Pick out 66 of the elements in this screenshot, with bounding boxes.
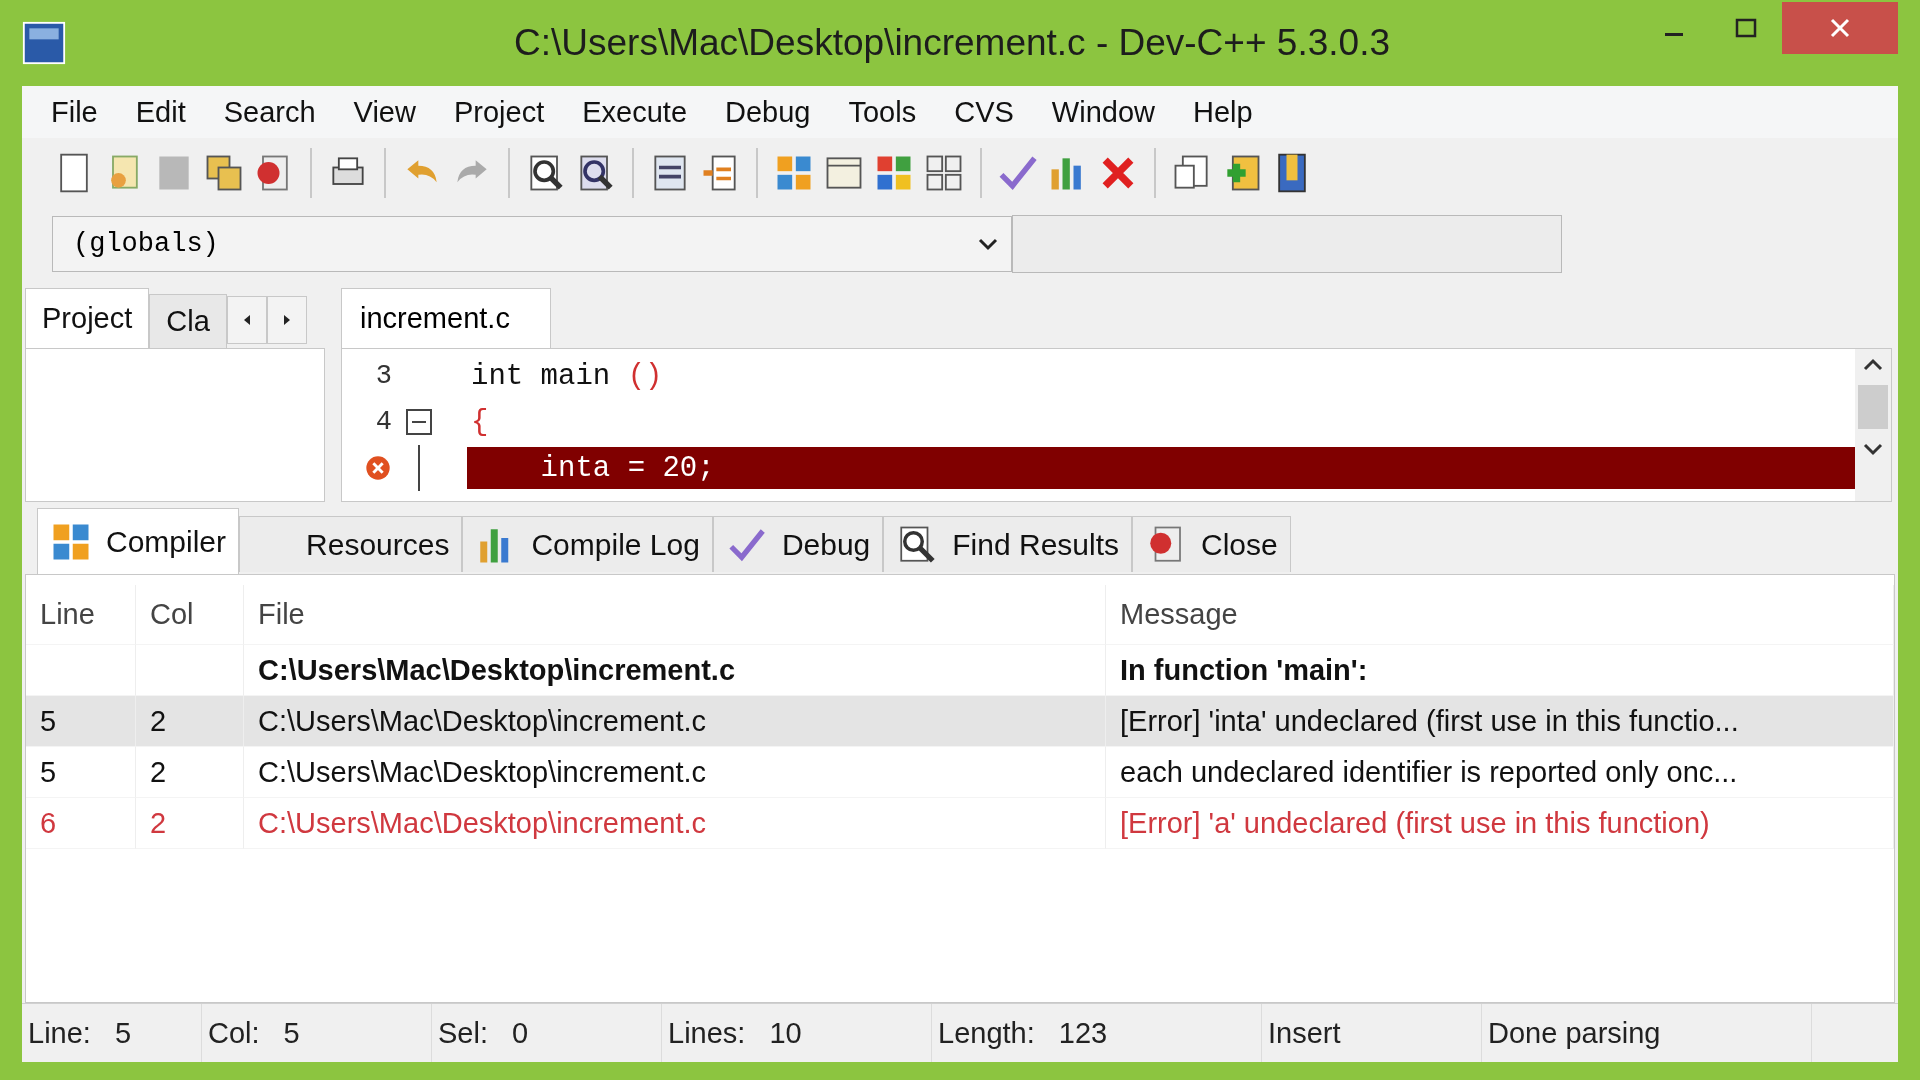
status-value: 5 bbox=[283, 1016, 300, 1050]
panel-tab[interactable]: Cla bbox=[149, 294, 227, 348]
minimize-icon bbox=[1665, 32, 1683, 36]
column-header[interactable]: Message bbox=[1106, 585, 1894, 645]
menu-item[interactable]: CVS bbox=[935, 95, 1033, 129]
column-header[interactable]: File bbox=[244, 585, 1106, 645]
status-value: 123 bbox=[1058, 1016, 1108, 1050]
column-header[interactable]: Col bbox=[136, 585, 244, 645]
menu-item[interactable]: Project bbox=[434, 95, 564, 129]
menu-item[interactable]: Search bbox=[204, 95, 335, 129]
table-row[interactable]: 5 2 C:\Users\Mac\Desktop\increment.c each undeclared identifier is reported only onc... bbox=[26, 747, 1894, 798]
close-icon bbox=[1828, 16, 1852, 40]
fold-minus-icon[interactable] bbox=[406, 409, 432, 435]
table-cell: 2 bbox=[136, 696, 244, 747]
table-cell: C:\Users\Mac\Desktop\increment.c bbox=[244, 696, 1106, 747]
menu-item[interactable]: Execute bbox=[563, 95, 706, 129]
column-header[interactable]: Line bbox=[26, 585, 136, 645]
output-tab[interactable]: Resources bbox=[239, 516, 463, 572]
output-tab[interactable]: Compile Log bbox=[462, 516, 713, 572]
app-logo-icon bbox=[22, 21, 66, 65]
table-cell: C:\Users\Mac\Desktop\increment.c bbox=[244, 747, 1106, 798]
file-tab[interactable]: increment.c bbox=[341, 288, 551, 348]
menu-item[interactable]: Help bbox=[1174, 95, 1272, 129]
status-label: Done parsing bbox=[1488, 1016, 1661, 1050]
status-label: Insert bbox=[1268, 1016, 1341, 1050]
table-cell: 6 bbox=[26, 798, 136, 849]
output-tab[interactable]: Close bbox=[1132, 516, 1291, 572]
table-row[interactable]: 5 2 C:\Users\Mac\Desktop\increment.c [Error] 'inta' undeclared (first use in this functio... bbox=[26, 696, 1894, 747]
table-cell: 2 bbox=[136, 798, 244, 849]
status-value: 5 bbox=[114, 1016, 132, 1050]
line-number: 4 bbox=[374, 407, 392, 437]
menu-item[interactable]: Window bbox=[1032, 95, 1174, 129]
table-cell: [Error] 'inta' undeclared (first use in this functio... bbox=[1106, 696, 1894, 747]
code-line: int main () bbox=[470, 358, 664, 395]
code-line: { bbox=[470, 404, 490, 441]
table-row[interactable]: 6 2 C:\Users\Mac\Desktop\increment.c [Error] 'a' undeclared (first use in this function) bbox=[26, 798, 1894, 849]
status-label: Lines: bbox=[668, 1016, 746, 1050]
table-cell: each undeclared identifier is reported only onc... bbox=[1106, 747, 1894, 798]
output-tab[interactable]: Find Results bbox=[883, 516, 1132, 572]
fold-guide-line bbox=[417, 445, 421, 491]
panel-tab[interactable]: Project bbox=[25, 288, 150, 348]
line-number: 3 bbox=[374, 361, 392, 391]
caret-right-icon bbox=[281, 314, 292, 326]
table-cell: 5 bbox=[26, 747, 136, 798]
maximize-icon bbox=[1735, 17, 1757, 39]
menu-item[interactable]: View bbox=[334, 95, 435, 129]
table-cell: C:\Users\Mac\Desktop\increment.c bbox=[244, 798, 1106, 849]
scrollbar-thumb[interactable] bbox=[1858, 385, 1888, 429]
output-tab[interactable]: Debug bbox=[712, 516, 884, 572]
menu-item[interactable]: Tools bbox=[829, 95, 936, 129]
status-value: 0 bbox=[512, 1016, 529, 1050]
status-label: Sel: bbox=[438, 1016, 488, 1050]
status-label: Col: bbox=[208, 1016, 260, 1050]
window-title: C:\Users\Mac\Desktop\increment.c - Dev-C++ 5.3.0.3 bbox=[513, 22, 1391, 64]
output-tab[interactable]: Compiler bbox=[37, 508, 240, 574]
table-cell: 2 bbox=[136, 747, 244, 798]
scope-dropdown[interactable]: (globals) bbox=[52, 216, 1012, 272]
menu-item[interactable]: File bbox=[32, 95, 117, 129]
menu-item[interactable]: Edit bbox=[116, 95, 205, 129]
status-label: Line: bbox=[28, 1016, 91, 1050]
table-cell: 5 bbox=[26, 696, 136, 747]
status-value: 10 bbox=[769, 1016, 802, 1050]
chevron-down-icon bbox=[977, 236, 999, 252]
menu-item[interactable]: Debug bbox=[706, 95, 830, 129]
status-label: Length: bbox=[938, 1016, 1035, 1050]
table-cell: [Error] 'a' undeclared (first use in this function) bbox=[1106, 798, 1894, 849]
